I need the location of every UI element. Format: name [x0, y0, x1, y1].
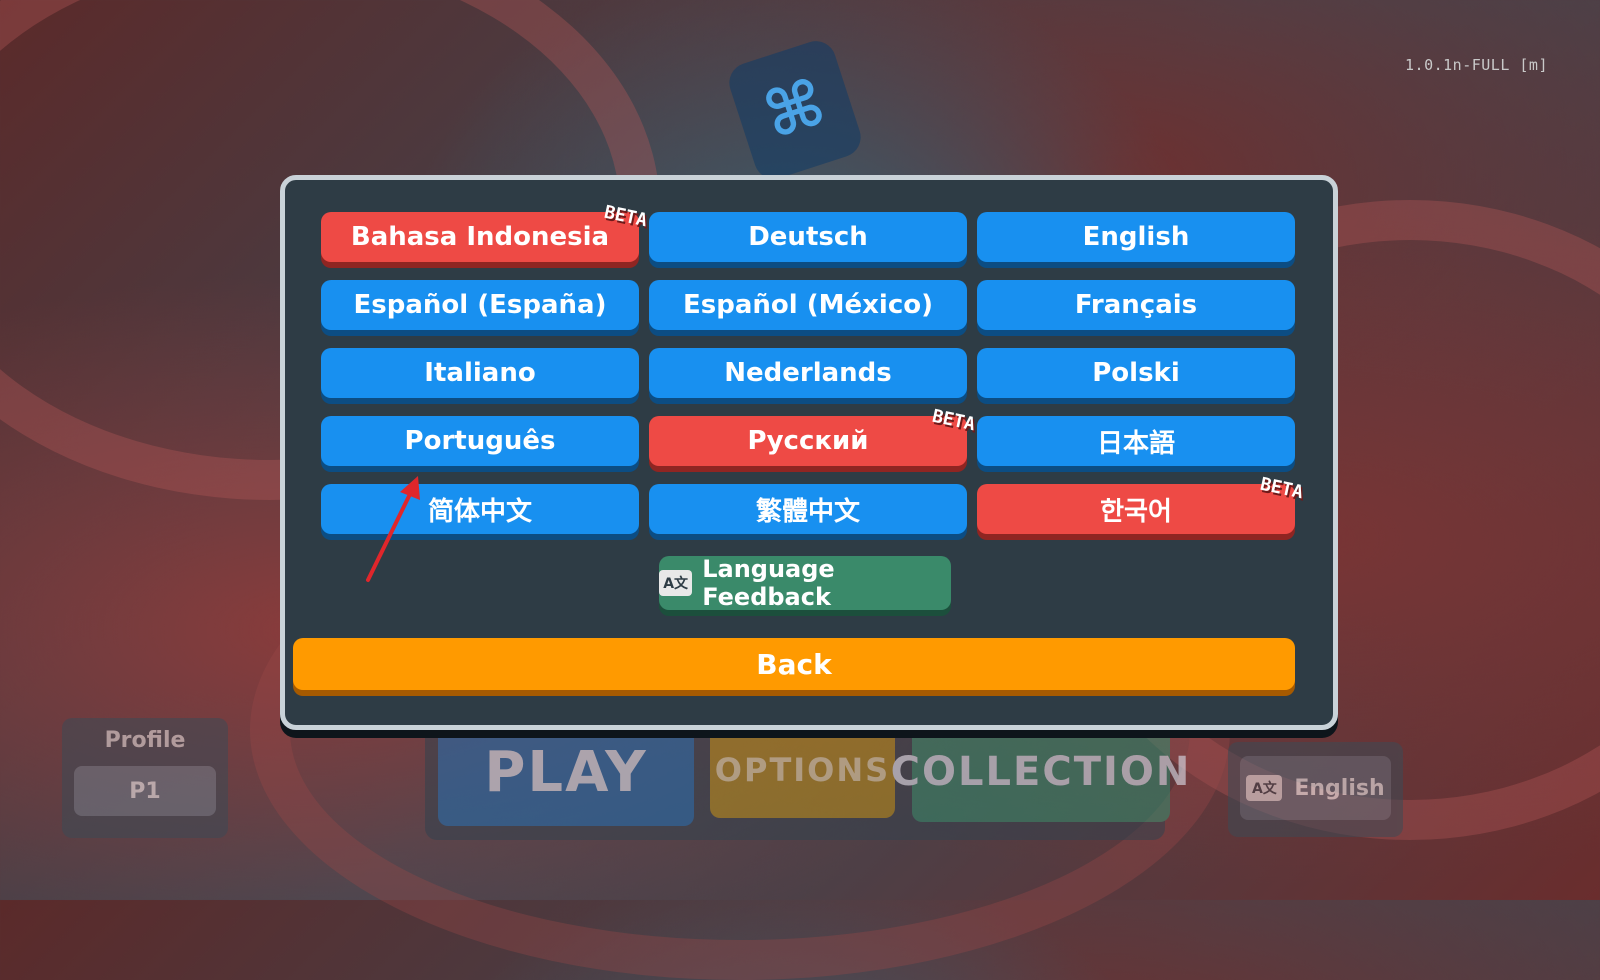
beta-badge: BETA — [1257, 473, 1305, 504]
language-button-portugues[interactable]: Português — [321, 416, 639, 466]
beta-badge: BETA — [929, 405, 977, 436]
language-button-bahasa-indonesia[interactable]: Bahasa Indonesia BETA — [321, 202, 649, 262]
language-button-deutsch[interactable]: Deutsch — [649, 212, 967, 262]
collection-button: COLLECTION — [891, 722, 1189, 822]
language-label: 日本語 — [1096, 428, 1175, 459]
language-button-espanol-mexico[interactable]: Español (México) — [649, 280, 967, 330]
language-grid: Bahasa Indonesia BETA Deutsch English Es… — [321, 202, 1305, 534]
language-button-nederlands[interactable]: Nederlands — [649, 348, 967, 398]
language-label: Русский — [747, 426, 869, 456]
language-label: Español (España) — [353, 290, 607, 320]
language-corner-button: A文 English — [1240, 756, 1391, 820]
language-feedback-button[interactable]: A文 Language Feedback — [659, 555, 951, 611]
language-feedback-label: Language Feedback — [702, 555, 835, 611]
language-button-japanese[interactable]: 日本語 — [977, 416, 1295, 466]
language-button-espanol-espana[interactable]: Español (España) — [321, 280, 639, 330]
language-button-francais[interactable]: Français — [977, 280, 1295, 330]
language-button-russian[interactable]: Русский BETA — [649, 406, 977, 466]
play-button: PLAY — [438, 718, 694, 826]
language-button-polski[interactable]: Polski — [977, 348, 1295, 398]
profile-title: Profile — [104, 728, 186, 753]
options-button: OPTIONS — [710, 722, 895, 818]
language-label: Polski — [1092, 358, 1180, 388]
annotation-arrow-icon — [366, 476, 420, 582]
language-button-italiano[interactable]: Italiano — [321, 348, 639, 398]
language-corner-panel: A文 English — [1228, 742, 1403, 837]
language-label: English — [1082, 222, 1190, 252]
language-button-traditional-chinese[interactable]: 繁體中文 — [649, 484, 967, 534]
language-label: Español (México) — [683, 290, 933, 320]
language-button-korean[interactable]: 한국어 BETA — [977, 474, 1305, 534]
back-button[interactable]: Back — [293, 638, 1295, 690]
language-dialog: Bahasa Indonesia BETA Deutsch English Es… — [280, 175, 1338, 730]
profile-panel: Profile P1 — [62, 718, 228, 838]
language-label: Nederlands — [724, 358, 892, 388]
language-button-english[interactable]: English — [977, 212, 1295, 262]
language-label: Deutsch — [748, 222, 868, 252]
language-label: 简体中文 — [427, 496, 532, 527]
translate-icon: A文 — [1246, 775, 1283, 801]
language-label: Français — [1074, 290, 1198, 320]
language-corner-label: English — [1294, 775, 1385, 801]
translate-icon: A文 — [659, 570, 693, 596]
language-label: 한국어 — [1100, 496, 1172, 527]
language-label: Português — [404, 426, 556, 456]
profile-button: P1 — [74, 766, 216, 816]
language-label: 繁體中文 — [755, 496, 860, 527]
language-label: Bahasa Indonesia — [350, 222, 610, 252]
language-label: Italiano — [424, 358, 536, 388]
